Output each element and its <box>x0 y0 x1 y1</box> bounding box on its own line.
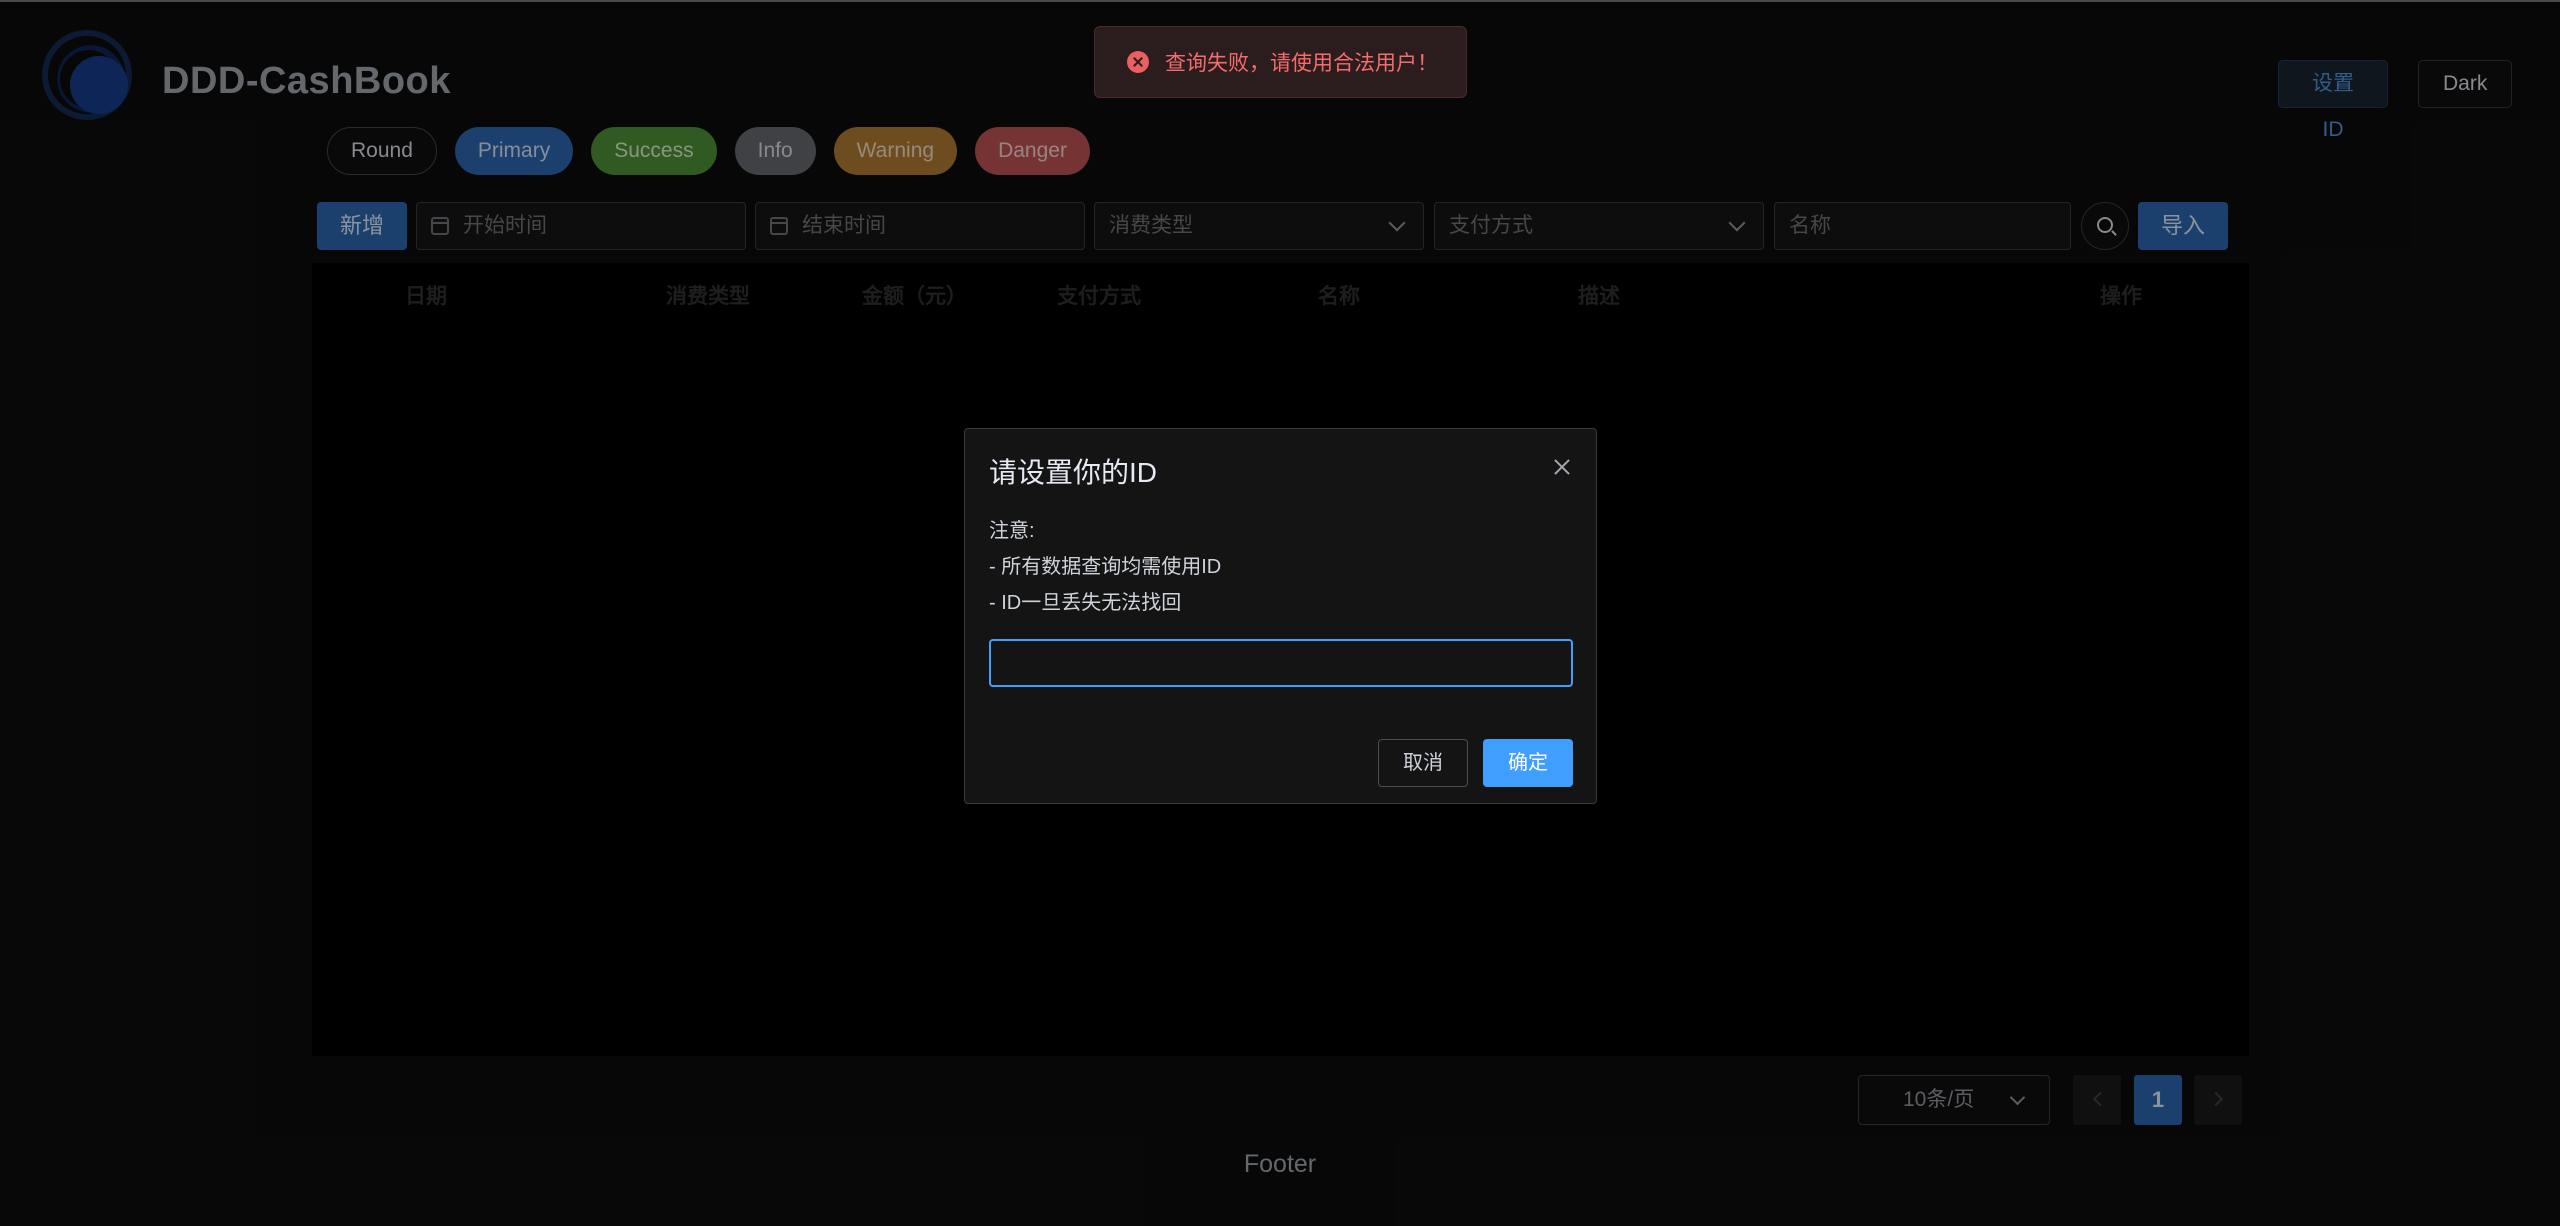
dialog-title: 请设置你的ID <box>989 457 1158 488</box>
note-line-1: - 所有数据查询均需使用ID <box>989 556 1222 578</box>
cancel-button[interactable]: 取消 <box>1378 739 1468 787</box>
toast-message: 查询失败，请使用合法用户！ <box>1165 52 1438 75</box>
note-title: 注意: <box>989 520 1035 542</box>
error-toast: 查询失败，请使用合法用户！ <box>1094 26 1467 98</box>
close-icon[interactable] <box>1550 455 1574 479</box>
dialog-notes: 注意: - 所有数据查询均需使用ID - ID一旦丢失无法找回 <box>989 513 1221 621</box>
error-circle-icon <box>1127 51 1149 73</box>
confirm-button[interactable]: 确定 <box>1483 739 1573 787</box>
set-id-dialog: 请设置你的ID 注意: - 所有数据查询均需使用ID - ID一旦丢失无法找回 … <box>964 428 1597 804</box>
note-line-2: - ID一旦丢失无法找回 <box>989 592 1182 614</box>
id-input[interactable] <box>989 639 1573 687</box>
